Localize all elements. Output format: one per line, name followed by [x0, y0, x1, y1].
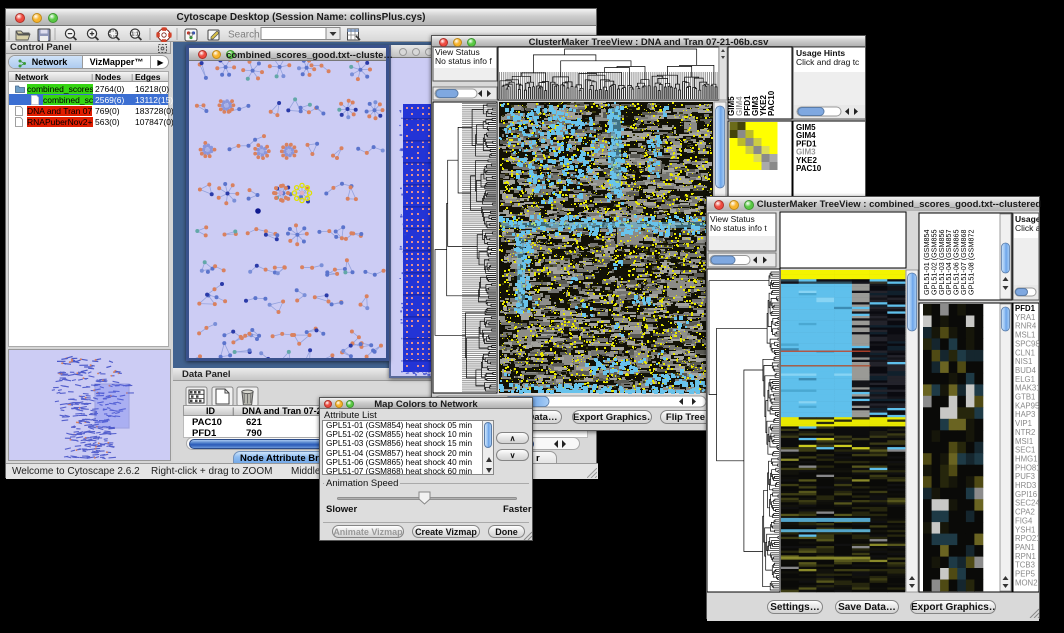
svg-text:No status info f: No status info f — [435, 56, 492, 66]
svg-text:HRD3: HRD3 — [1015, 481, 1036, 490]
svg-text:RPN1: RPN1 — [1015, 552, 1036, 561]
svg-text:MON2: MON2 — [1015, 578, 1038, 587]
svg-text:No status info t: No status info t — [710, 223, 767, 233]
svg-text:PUF3: PUF3 — [1015, 472, 1035, 481]
svg-text:MSL1: MSL1 — [1015, 331, 1035, 340]
svg-text:HMG1: HMG1 — [1015, 454, 1038, 463]
svg-text:SEC1: SEC1 — [1015, 446, 1035, 455]
svg-text:MSI1: MSI1 — [1015, 437, 1033, 446]
svg-text:1:1: 1:1 — [131, 32, 138, 38]
svg-text:GTB1: GTB1 — [1015, 393, 1035, 402]
svg-text:YSH1: YSH1 — [1015, 525, 1035, 534]
svg-text:HAP3: HAP3 — [1015, 410, 1035, 419]
svg-text:BUD4: BUD4 — [1015, 366, 1036, 375]
svg-text:GPI16: GPI16 — [1015, 490, 1037, 499]
svg-text:GPL51-08 (GSM872: GPL51-08 (GSM872 — [966, 229, 975, 295]
svg-text:CLN1: CLN1 — [1015, 348, 1035, 357]
svg-text:PAN1: PAN1 — [1015, 543, 1035, 552]
svg-text:VIP1: VIP1 — [1015, 419, 1032, 428]
svg-text:NTR2: NTR2 — [1015, 428, 1035, 437]
svg-text:PAC10: PAC10 — [767, 90, 776, 116]
svg-text:YRA1: YRA1 — [1015, 313, 1035, 322]
svg-text:RNR4: RNR4 — [1015, 322, 1037, 331]
svg-text:PEP5: PEP5 — [1015, 570, 1036, 579]
svg-text:PAC10: PAC10 — [796, 164, 822, 173]
svg-text:SEC24: SEC24 — [1015, 499, 1039, 508]
svg-text:PHO81: PHO81 — [1015, 463, 1039, 472]
svg-text:MAK31: MAK31 — [1015, 384, 1039, 393]
svg-text:Search:: Search: — [228, 30, 262, 41]
svg-text:RPO21: RPO21 — [1015, 534, 1039, 543]
svg-text:SPC98: SPC98 — [1015, 339, 1039, 348]
svg-text:PFD1: PFD1 — [1015, 304, 1036, 313]
svg-text:Click and drag tc: Click and drag tc — [796, 57, 860, 67]
svg-text:NIS1: NIS1 — [1015, 357, 1032, 366]
svg-text:ELG1: ELG1 — [1015, 375, 1035, 384]
svg-text:Click and: Click and — [1015, 223, 1039, 233]
svg-text:CPA2: CPA2 — [1015, 508, 1035, 517]
svg-text:KAP95: KAP95 — [1015, 401, 1039, 410]
svg-text:FIG4: FIG4 — [1015, 516, 1033, 525]
svg-text:TCB3: TCB3 — [1015, 561, 1035, 570]
